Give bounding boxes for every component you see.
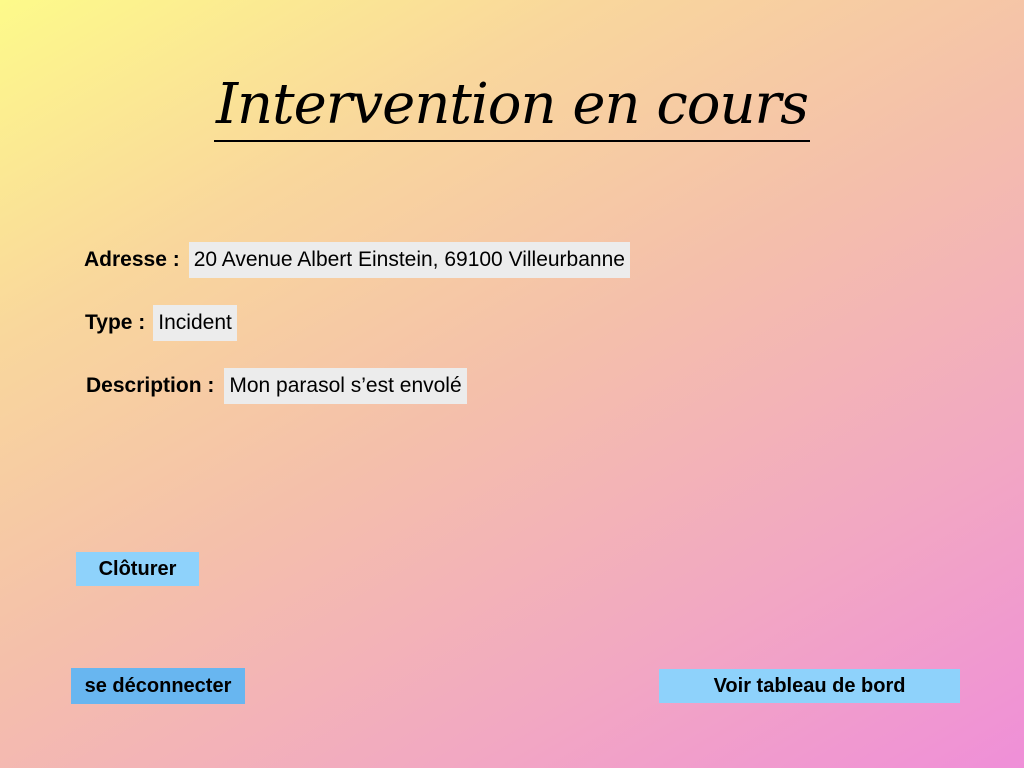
description-row: Description : Mon parasol s’est envolé	[86, 368, 467, 404]
address-label: Adresse :	[84, 248, 180, 271]
description-value: Mon parasol s’est envolé	[224, 368, 467, 404]
view-dashboard-button[interactable]: Voir tableau de bord	[659, 669, 960, 703]
address-row: Adresse : 20 Avenue Albert Einstein, 691…	[84, 242, 630, 278]
logout-button[interactable]: se déconnecter	[71, 668, 245, 704]
type-row: Type : Incident	[85, 305, 237, 341]
description-label: Description :	[86, 374, 215, 397]
close-intervention-button[interactable]: Clôturer	[76, 552, 199, 586]
page-title-text: Intervention en cours	[213, 70, 811, 142]
type-value: Incident	[153, 305, 237, 341]
page-title: Intervention en cours	[0, 70, 1024, 142]
type-label: Type :	[85, 311, 146, 334]
address-value: 20 Avenue Albert Einstein, 69100 Villeur…	[188, 242, 630, 278]
